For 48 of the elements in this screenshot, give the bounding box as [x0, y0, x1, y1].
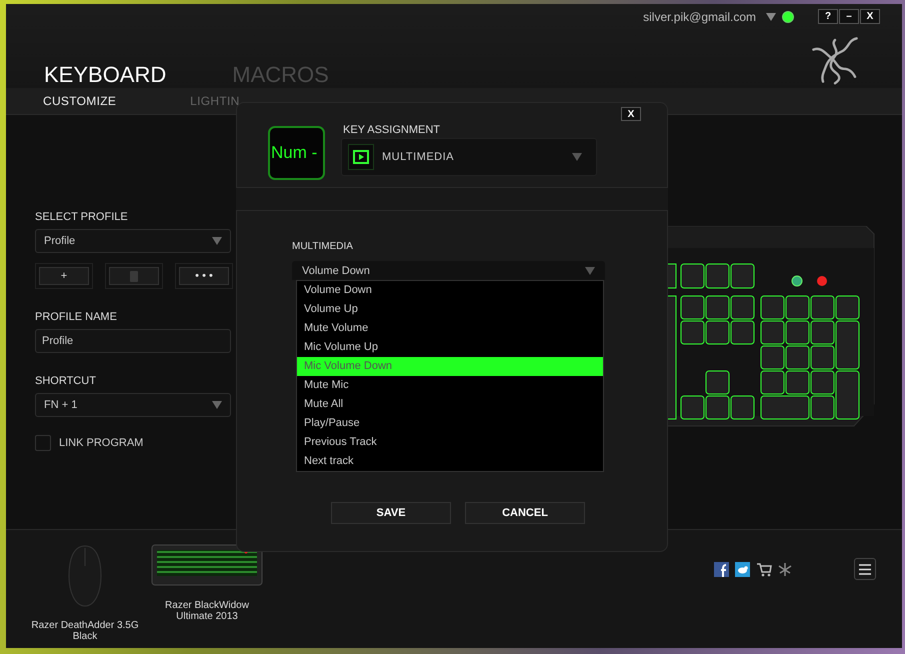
option-item[interactable]: Volume Up [297, 300, 603, 319]
caret-icon [585, 266, 595, 274]
profile-dropdown[interactable]: Profile [35, 229, 231, 253]
field-label: KEY ASSIGNMENT [342, 124, 441, 136]
sub-tab[interactable]: CUSTOMIZE [43, 94, 116, 108]
account-email: silver.pik@gmail.com [643, 10, 756, 24]
option-item[interactable]: Mute All [297, 395, 603, 414]
media-action-dropdown[interactable]: Volume Down [292, 261, 605, 280]
window-button[interactable]: X [860, 9, 880, 24]
key-display: Num - [268, 126, 325, 180]
field-label: SELECT PROFILE [35, 211, 129, 223]
window-button[interactable]: ? [818, 9, 838, 24]
cart-icon[interactable] [756, 562, 772, 576]
facebook-icon[interactable] [714, 562, 729, 576]
dropdown-arrow-icon[interactable] [766, 12, 776, 20]
play-icon [353, 150, 369, 164]
option-item[interactable]: Mute Mic [297, 376, 603, 395]
menu-button[interactable] [854, 558, 876, 580]
option-item[interactable]: Volume Down [297, 281, 603, 300]
option-item[interactable]: Mic Volume Down [297, 357, 603, 376]
device-name: Razer BlackWidow Ultimate 2013 [164, 600, 250, 622]
main-tab[interactable]: KEYBOARD [44, 62, 166, 88]
dialog-button[interactable]: CANCEL [465, 502, 585, 524]
field-label: PROFILE NAME [35, 311, 118, 323]
add-profile-button[interactable]: + [39, 267, 89, 285]
field-label: SHORTCUT [35, 375, 97, 387]
trash-icon [130, 270, 138, 282]
field-label: MULTIMEDIA [292, 241, 354, 252]
option-item[interactable]: Mic Volume Up [297, 338, 603, 357]
caret-icon [212, 401, 222, 409]
checkbox-label: LINK PROGRAM [59, 437, 144, 449]
twitter-icon[interactable] [735, 562, 750, 576]
option-item[interactable]: Next track [297, 452, 603, 471]
shortcut-dropdown[interactable]: FN + 1 [35, 393, 231, 417]
menu-icon [859, 564, 871, 574]
assignment-dropdown[interactable]: MULTIMEDIA [341, 138, 597, 176]
caret-icon [212, 237, 222, 245]
more-button[interactable]: • • • [179, 267, 229, 285]
dialog-button[interactable]: SAVE [331, 502, 451, 524]
option-item[interactable]: Previous Track [297, 433, 603, 452]
window-button[interactable]: – [839, 9, 859, 24]
option-item[interactable]: Mute Volume [297, 319, 603, 338]
profile-name-field[interactable]: Profile [35, 329, 231, 353]
option-item[interactable]: Play/Pause [297, 414, 603, 433]
caret-icon [572, 153, 582, 161]
checkbox[interactable] [35, 435, 51, 451]
close-button[interactable]: X [621, 107, 641, 121]
device-name: Razer DeathAdder 3.5G Black [30, 620, 140, 642]
